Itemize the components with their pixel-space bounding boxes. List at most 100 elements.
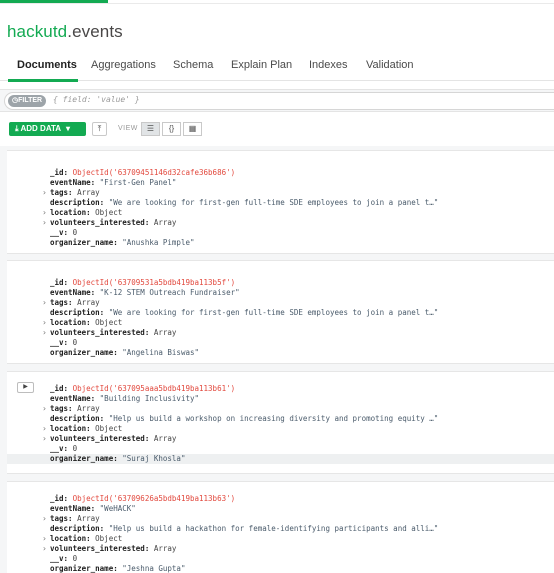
field-row: › volunteers_interested: Array (7, 544, 554, 554)
field-value: "Jeshna Gupta" (122, 564, 186, 573)
list-icon: ☰ (146, 124, 155, 133)
field-key: tags: (50, 514, 73, 523)
field-row: › location: Object (7, 424, 554, 434)
field-value: "Building Inclusivity" (99, 394, 200, 403)
field-value: Array (77, 514, 100, 523)
field-value: "Anushka Pimple" (122, 238, 195, 247)
field-key: eventName: (50, 394, 96, 403)
tab-validation[interactable]: Validation (366, 59, 414, 71)
caret-down-icon: ▾ (66, 124, 71, 133)
document-card: _id: ObjectId('63709626a5bdb419ba113b63'… (7, 481, 554, 573)
add-data-button[interactable]: ⤓ ADD DATA ▾ (9, 122, 86, 136)
braces-icon: {} (168, 124, 175, 133)
chevron-right-icon[interactable]: › (42, 208, 47, 218)
tab-documents[interactable]: Documents (17, 59, 77, 71)
field-row: __v: 0 (7, 444, 554, 454)
field-value: Array (153, 328, 177, 337)
chevron-right-icon[interactable]: › (42, 298, 47, 308)
field-value: 0 (72, 554, 78, 563)
field-row: › location: Object (7, 208, 554, 218)
field-key: location: (50, 534, 91, 543)
field-value: ObjectId('63709626a5bdb419ba113b63') (72, 494, 236, 503)
field-key: tags: (50, 188, 73, 197)
field-row: eventName: "First-Gen Panel" (7, 178, 554, 188)
filter-placeholder: { field: 'value' } (53, 95, 140, 104)
active-tab-indicator (8, 79, 78, 82)
field-key: _id: (50, 494, 69, 503)
field-value: "We are looking for first-gen full-time … (108, 308, 439, 317)
chevron-right-icon[interactable]: › (42, 514, 47, 524)
field-row: organizer_name: "Jeshna Gupta" (7, 564, 554, 573)
chevron-right-icon[interactable]: › (42, 318, 47, 328)
filter-pill-label: FILTER (18, 97, 43, 104)
field-key: description: (50, 308, 105, 317)
query-bar: ◷FILTER { field: 'value' } (0, 89, 554, 112)
field-row: _id: ObjectId('637095aaa5bdb419ba113b61'… (7, 384, 554, 394)
table-icon: ▦ (188, 124, 197, 133)
field-row: organizer_name: "Angelina Biswas" (7, 348, 554, 358)
filter-pill: ◷FILTER (8, 95, 47, 107)
field-key: location: (50, 318, 91, 327)
field-value: "Help us build a hackathon for female-id… (108, 524, 439, 533)
chevron-right-icon[interactable]: › (42, 218, 47, 228)
collection-title: hackutd.events (7, 22, 123, 42)
field-key: _id: (50, 278, 69, 287)
field-row: › tags: Array (7, 188, 554, 198)
field-key: _id: (50, 168, 69, 177)
field-row: __v: 0 (7, 554, 554, 564)
field-value: "Help us build a workshop on increasing … (108, 414, 439, 423)
collection-tabs: Documents Aggregations Schema Explain Pl… (0, 55, 554, 82)
field-row: description: "Help us build a workshop o… (7, 414, 554, 424)
field-value: Array (153, 544, 177, 553)
field-row: eventName: "K-12 STEM Outreach Fundraise… (7, 288, 554, 298)
field-value: Array (77, 188, 100, 197)
chevron-right-icon[interactable]: › (42, 534, 47, 544)
chevron-right-icon[interactable]: › (42, 404, 47, 414)
field-key: volunteers_interested: (50, 544, 150, 553)
field-row: › volunteers_interested: Array (7, 434, 554, 444)
json-view-button[interactable]: {} (162, 122, 181, 136)
field-row: eventName: "Building Inclusivity" (7, 394, 554, 404)
field-row: description: "We are looking for first-g… (7, 308, 554, 318)
field-row: __v: 0 (7, 228, 554, 238)
list-view-button[interactable]: ☰ (141, 122, 160, 136)
filter-input[interactable]: ◷FILTER { field: 'value' } (4, 92, 554, 110)
document-card: _id: ObjectId('63709531a5bdb419ba113b5f'… (7, 260, 554, 364)
field-value: 0 (72, 228, 78, 237)
tab-schema[interactable]: Schema (173, 59, 213, 71)
field-row-highlighted: organizer_name: "Suraj Khosla" (7, 454, 554, 464)
field-row: eventName: "WeHACK" (7, 504, 554, 514)
field-key: volunteers_interested: (50, 328, 150, 337)
field-value: ObjectId('637095aaa5bdb419ba113b61') (72, 384, 236, 393)
field-row: _id: ObjectId('63709531a5bdb419ba113b5f'… (7, 278, 554, 288)
database-name: hackutd (7, 22, 68, 41)
field-key: organizer_name: (50, 348, 118, 357)
field-value: Object (95, 424, 123, 433)
field-row: › volunteers_interested: Array (7, 328, 554, 338)
field-key: description: (50, 524, 105, 533)
field-key: organizer_name: (50, 238, 118, 247)
table-view-button[interactable]: ▦ (183, 122, 202, 136)
field-row: description: "We are looking for first-g… (7, 198, 554, 208)
field-key: tags: (50, 404, 73, 413)
field-value: Array (77, 404, 100, 413)
field-key: __v: (50, 554, 69, 563)
field-value: Object (95, 208, 123, 217)
chevron-right-icon[interactable]: › (42, 328, 47, 338)
tab-indexes[interactable]: Indexes (309, 59, 348, 71)
field-key: _id: (50, 384, 69, 393)
field-key: location: (50, 208, 91, 217)
field-row: __v: 0 (7, 338, 554, 348)
tab-aggregations[interactable]: Aggregations (91, 59, 156, 71)
field-value: 0 (72, 338, 78, 347)
chevron-right-icon[interactable]: › (42, 188, 47, 198)
chevron-right-icon[interactable]: › (42, 544, 47, 554)
export-button[interactable]: ⤒ (92, 122, 107, 136)
field-row: › tags: Array (7, 404, 554, 414)
field-row: _id: ObjectId('63709626a5bdb419ba113b63'… (7, 494, 554, 504)
field-key: organizer_name: (50, 454, 118, 463)
tab-explain-plan[interactable]: Explain Plan (231, 59, 292, 71)
chevron-right-icon[interactable]: › (42, 434, 47, 444)
chevron-right-icon[interactable]: › (42, 424, 47, 434)
field-value: "Suraj Khosla" (122, 454, 186, 463)
